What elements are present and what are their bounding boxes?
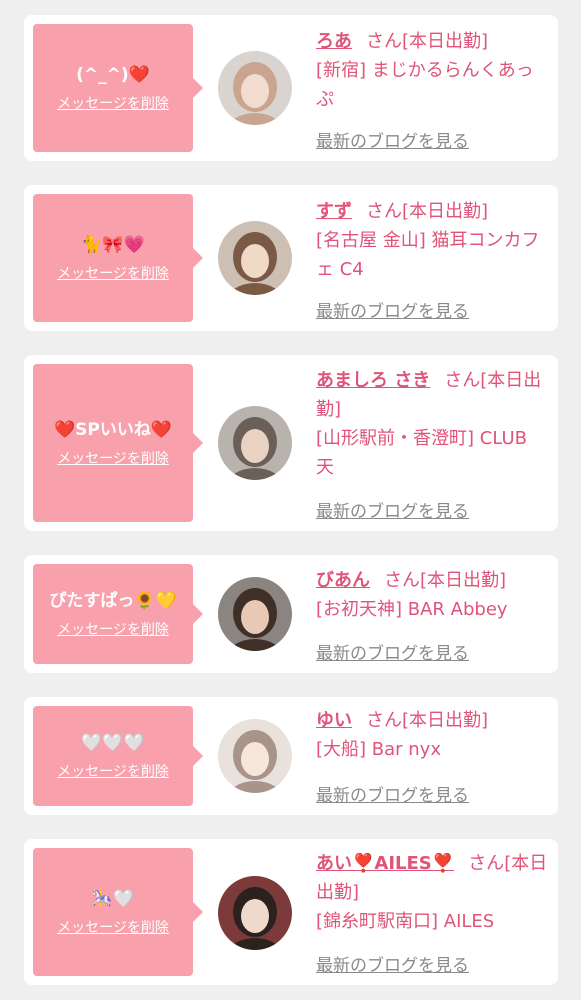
status-text: [本日出勤] [402, 201, 489, 222]
status-text: [本日出勤] [402, 710, 489, 731]
message-card: ❤️SPいいね❤️ メッセージを削除 あましろ さき さん[本日出勤] [山形駅前… [24, 355, 558, 531]
location-text: [新宿] まじかるらんくあっぷ [316, 60, 534, 110]
cast-name-link[interactable]: すず [316, 201, 352, 222]
cast-info: ろあ さん[本日出勤] [新宿] まじかるらんくあっぷ [316, 27, 548, 114]
honorific: さん [444, 370, 481, 391]
message-bubble: 🐈🎀💗 メッセージを削除 [33, 194, 203, 322]
honorific: さん [468, 853, 505, 874]
avatar-photo [218, 51, 292, 125]
delete-message-link[interactable]: メッセージを削除 [57, 448, 169, 468]
message-bubble: ❤️SPいいね❤️ メッセージを削除 [33, 364, 203, 522]
avatar-photo [218, 876, 292, 950]
avatar-photo [218, 577, 292, 651]
blog-link[interactable]: 最新のブログを見る [316, 781, 469, 806]
honorific: さん [366, 710, 402, 731]
avatar[interactable] [218, 577, 292, 651]
message-card: 🎠🤍 メッセージを削除 あい❣️AILES❣️ さん[本日出勤] [錦糸町駅南口]… [24, 839, 558, 985]
message-text: 🤍🤍🤍 [81, 733, 145, 753]
honorific: さん [366, 201, 402, 222]
status-text: [本日出勤] [402, 31, 489, 52]
avatar[interactable] [218, 406, 292, 480]
message-text: ぴたすぱっ🌻💛 [49, 591, 177, 611]
cast-info: あましろ さき さん[本日出勤] [山形駅前・香澄町] CLUB 天 [316, 366, 548, 482]
location-text: [錦糸町駅南口] AILES [316, 911, 495, 932]
delete-message-link[interactable]: メッセージを削除 [57, 761, 169, 781]
cast-info: すず さん[本日出勤] [名古屋 金山] 猫耳コンカフェ C4 [316, 197, 548, 284]
avatar[interactable] [218, 719, 292, 793]
cast-name-link[interactable]: びあん [316, 570, 370, 591]
blog-link[interactable]: 最新のブログを見る [316, 951, 469, 976]
honorific: さん [366, 31, 402, 52]
cast-name-link[interactable]: あましろ さき [316, 370, 430, 391]
honorific: さん [384, 570, 420, 591]
avatar[interactable] [218, 876, 292, 950]
avatar-photo [218, 406, 292, 480]
blog-link[interactable]: 最新のブログを見る [316, 497, 469, 522]
cast-info: ゆい さん[本日出勤] [大船] Bar nyx [316, 706, 548, 764]
cast-info: びあん さん[本日出勤] [お初天神] BAR Abbey [316, 566, 548, 624]
blog-link[interactable]: 最新のブログを見る [316, 297, 469, 322]
cast-name-link[interactable]: ゆい [316, 710, 352, 731]
message-card: (^_^)❤️ メッセージを削除 ろあ さん[本日出勤] [新宿] まじかるらんく… [24, 15, 558, 161]
avatar-photo [218, 719, 292, 793]
message-list: (^_^)❤️ メッセージを削除 ろあ さん[本日出勤] [新宿] まじかるらんく… [0, 0, 581, 1000]
message-text: 🎠🤍 [91, 889, 135, 909]
message-card: 🐈🎀💗 メッセージを削除 すず さん[本日出勤] [名古屋 金山] 猫耳コンカフェ… [24, 185, 558, 331]
location-text: [お初天神] BAR Abbey [316, 599, 508, 620]
location-text: [大船] Bar nyx [316, 739, 441, 760]
message-bubble: ぴたすぱっ🌻💛 メッセージを削除 [33, 564, 203, 664]
avatar[interactable] [218, 51, 292, 125]
message-card: ぴたすぱっ🌻💛 メッセージを削除 びあん さん[本日出勤] [お初天神] BAR … [24, 555, 558, 673]
avatar[interactable] [218, 221, 292, 295]
status-text: [本日出勤] [420, 570, 507, 591]
delete-message-link[interactable]: メッセージを削除 [57, 93, 169, 113]
message-text: ❤️SPいいね❤️ [53, 420, 173, 440]
delete-message-link[interactable]: メッセージを削除 [57, 263, 169, 283]
avatar-photo [218, 221, 292, 295]
blog-link[interactable]: 最新のブログを見る [316, 639, 469, 664]
message-text: 🐈🎀💗 [81, 235, 145, 255]
delete-message-link[interactable]: メッセージを削除 [57, 619, 169, 639]
cast-info: あい❣️AILES❣️ さん[本日出勤] [錦糸町駅南口] AILES [316, 849, 548, 936]
cast-name-link[interactable]: あい❣️AILES❣️ [316, 853, 454, 874]
delete-message-link[interactable]: メッセージを削除 [57, 917, 169, 937]
cast-name-link[interactable]: ろあ [316, 31, 352, 52]
message-card: 🤍🤍🤍 メッセージを削除 ゆい さん[本日出勤] [大船] Bar nyx 最新の… [24, 697, 558, 815]
message-bubble: 🤍🤍🤍 メッセージを削除 [33, 706, 203, 806]
location-text: [名古屋 金山] 猫耳コンカフェ C4 [316, 230, 540, 280]
message-bubble: (^_^)❤️ メッセージを削除 [33, 24, 203, 152]
message-bubble: 🎠🤍 メッセージを削除 [33, 848, 203, 976]
message-text: (^_^)❤️ [76, 65, 150, 85]
location-text: [山形駅前・香澄町] CLUB 天 [316, 428, 527, 478]
blog-link[interactable]: 最新のブログを見る [316, 127, 469, 152]
